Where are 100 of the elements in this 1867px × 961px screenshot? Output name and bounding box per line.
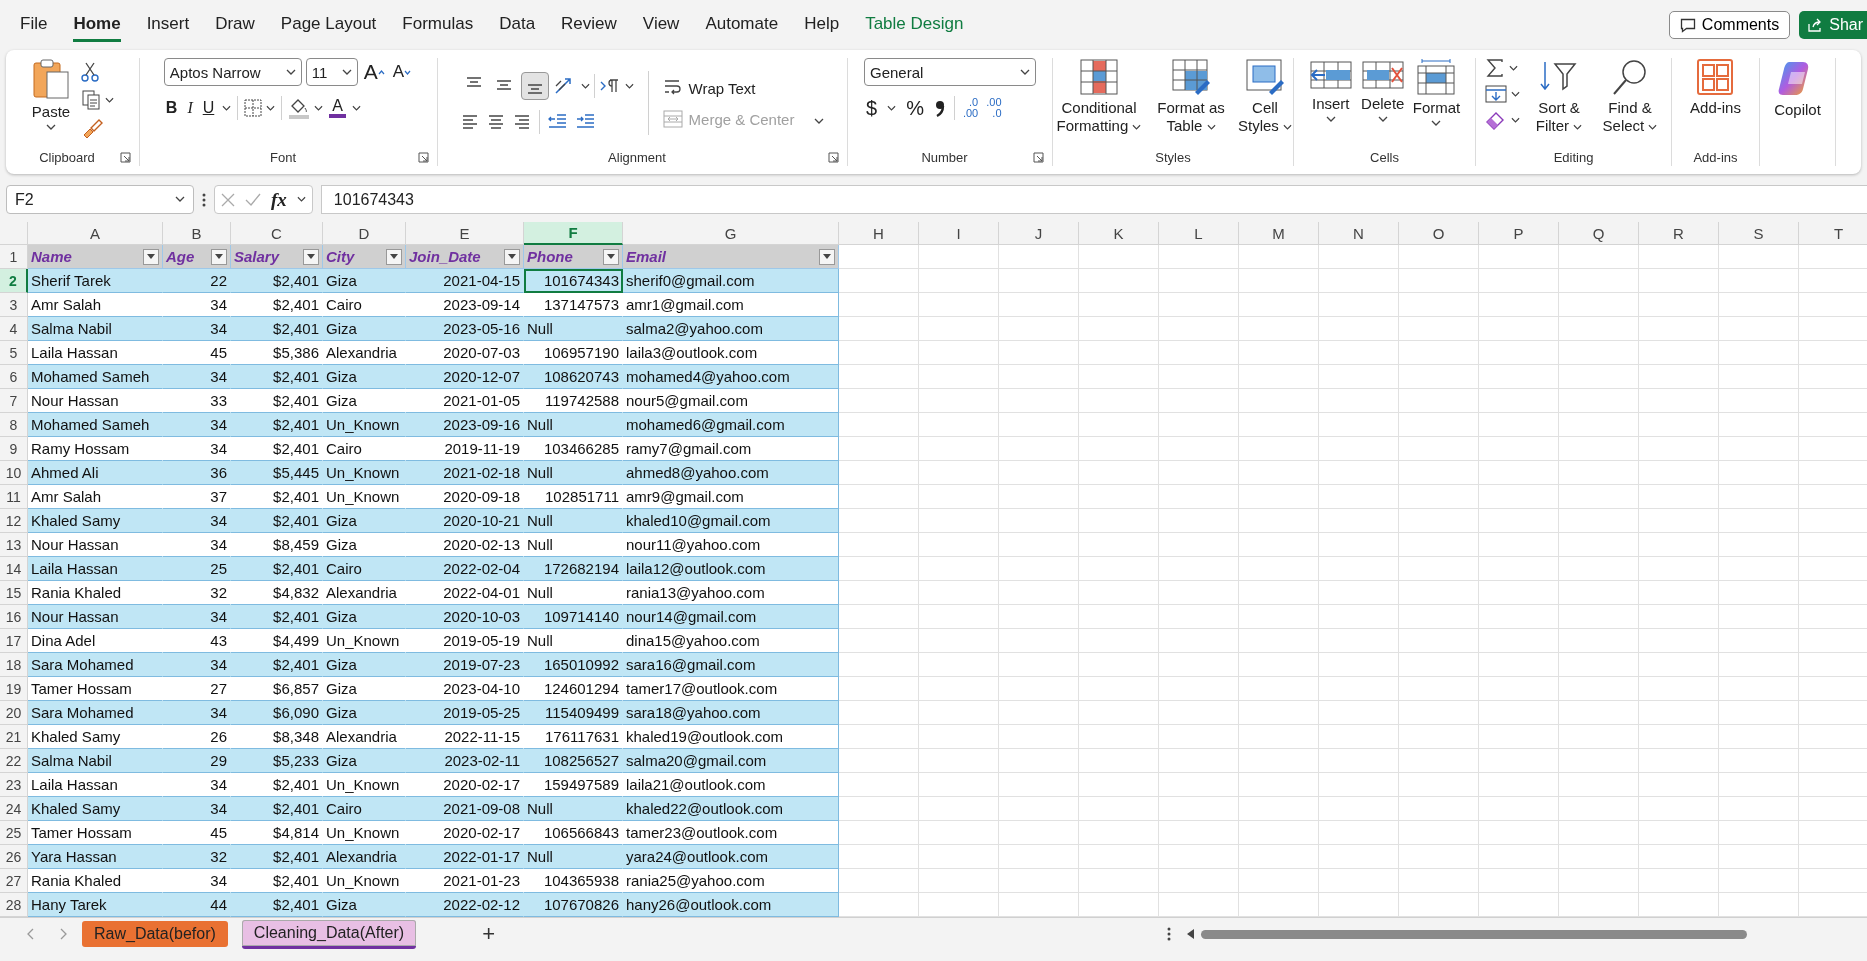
grid-cell[interactable] [1399, 845, 1479, 869]
grid-cell[interactable] [1319, 437, 1399, 461]
grid-cell[interactable] [1399, 413, 1479, 437]
menu-tab[interactable]: Help [804, 8, 840, 42]
grid-cell[interactable] [1559, 509, 1639, 533]
grid-cell[interactable] [839, 677, 919, 701]
grid-cell[interactable] [1239, 341, 1319, 365]
grid-cell[interactable] [1159, 869, 1239, 893]
add-sheet-button[interactable]: + [482, 921, 495, 947]
grid-cell[interactable] [1479, 461, 1559, 485]
grid-cell[interactable] [839, 821, 919, 845]
name-box[interactable]: F2 [6, 185, 194, 214]
grid-cell[interactable] [1239, 773, 1319, 797]
grid-cell[interactable] [1399, 773, 1479, 797]
grid-cell[interactable] [1719, 605, 1799, 629]
format-button[interactable]: Format [1412, 58, 1461, 127]
grid-cell[interactable] [1319, 581, 1399, 605]
grid-cell[interactable] [1079, 629, 1159, 653]
grid-cell[interactable] [919, 677, 999, 701]
grid-cell[interactable] [1319, 461, 1399, 485]
grid-cell[interactable] [1639, 605, 1719, 629]
grid-cell[interactable] [1159, 413, 1239, 437]
grid-cell[interactable] [1559, 485, 1639, 509]
grid-cell[interactable] [1079, 845, 1159, 869]
grid-cell[interactable] [1079, 413, 1159, 437]
grid-cell[interactable] [919, 533, 999, 557]
row-number[interactable]: 17 [0, 629, 28, 653]
grid-cell[interactable] [1319, 245, 1399, 269]
grid-cell[interactable] [1239, 293, 1319, 317]
grid-cell[interactable] [1079, 677, 1159, 701]
grid-cell[interactable] [1639, 701, 1719, 725]
grid-cell[interactable] [919, 509, 999, 533]
grid-cell[interactable] [1399, 365, 1479, 389]
grid-cell[interactable] [1399, 509, 1479, 533]
chevron-down-icon[interactable] [1573, 124, 1583, 131]
filter-dropdown-button[interactable] [211, 248, 227, 265]
grid-cell[interactable] [1319, 869, 1399, 893]
filter-dropdown-button[interactable] [603, 248, 619, 265]
chevron-down-icon[interactable] [351, 104, 361, 112]
grid-cell[interactable] [1639, 317, 1719, 341]
grid-cell[interactable] [1559, 557, 1639, 581]
menu-tab[interactable]: Home [73, 8, 121, 42]
scissors-icon[interactable] [81, 62, 99, 82]
format-cells-icon[interactable] [1416, 58, 1457, 96]
grid-cell[interactable] [1719, 509, 1799, 533]
grid-cell[interactable] [1479, 749, 1559, 773]
grid-cell[interactable] [1159, 437, 1239, 461]
chevron-down-icon[interactable] [624, 82, 634, 90]
grid-cell[interactable] [1719, 461, 1799, 485]
grid-cell[interactable] [1479, 701, 1559, 725]
scroll-right-icon[interactable] [60, 928, 68, 940]
grid-cell[interactable] [919, 413, 999, 437]
select-all-button[interactable] [0, 222, 28, 245]
grid-cell[interactable] [1479, 773, 1559, 797]
grid-cell[interactable] [999, 461, 1079, 485]
grid-cell[interactable] [1479, 605, 1559, 629]
grid-cell[interactable] [1079, 341, 1159, 365]
grid-cell[interactable] [1559, 821, 1639, 845]
grid-cell[interactable] [839, 245, 919, 269]
chevron-down-icon[interactable] [1511, 90, 1520, 98]
grid-cell[interactable] [1479, 413, 1559, 437]
grid-cell[interactable] [999, 557, 1079, 581]
column-header[interactable]: G [623, 222, 839, 245]
grid-cell[interactable] [1719, 725, 1799, 749]
grid-cell[interactable] [999, 821, 1079, 845]
grid-cell[interactable] [1559, 629, 1639, 653]
chevron-down-icon[interactable] [580, 82, 590, 90]
grid-cell[interactable] [1079, 653, 1159, 677]
grid-cell[interactable] [1559, 413, 1639, 437]
menu-tab[interactable]: Formulas [402, 8, 474, 42]
grid-cell[interactable] [1319, 725, 1399, 749]
filter-dropdown-button[interactable] [819, 248, 835, 265]
grid-cell[interactable] [1639, 797, 1719, 821]
grid-cell[interactable] [1399, 389, 1479, 413]
grid-cell[interactable] [999, 413, 1079, 437]
grid-cell[interactable] [1319, 677, 1399, 701]
grid-cell[interactable] [839, 533, 919, 557]
grid-cell[interactable] [1319, 821, 1399, 845]
row-number[interactable]: 5 [0, 341, 28, 365]
grid-cell[interactable] [1479, 845, 1559, 869]
grid-cell[interactable] [999, 245, 1079, 269]
grid-cell[interactable] [1399, 245, 1479, 269]
grid-cell[interactable] [1319, 509, 1399, 533]
conditional-formatting-icon[interactable] [1079, 58, 1119, 96]
menu-tab[interactable]: Page Layout [280, 8, 377, 42]
chevron-down-icon[interactable] [296, 196, 306, 203]
grid-cell[interactable] [1399, 293, 1479, 317]
grid-cell[interactable] [839, 797, 919, 821]
row-number[interactable]: 1 [0, 245, 28, 269]
row-number[interactable]: 8 [0, 413, 28, 437]
column-header[interactable]: K [1079, 222, 1159, 245]
grid-cell[interactable] [999, 509, 1079, 533]
grid-cell[interactable] [1639, 485, 1719, 509]
grid-cell[interactable] [919, 485, 999, 509]
grid-cell[interactable] [1319, 533, 1399, 557]
grid-cell[interactable] [1639, 773, 1719, 797]
grid-cell[interactable] [1159, 653, 1239, 677]
decrease-indent-icon[interactable] [547, 113, 568, 131]
chevron-down-icon[interactable] [46, 124, 56, 131]
copilot-button[interactable]: Copilot [1774, 58, 1821, 148]
